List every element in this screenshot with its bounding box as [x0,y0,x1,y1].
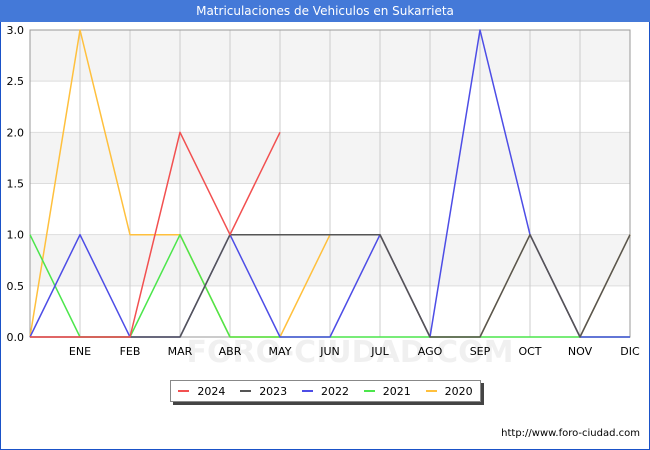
legend-label: 2022 [320,384,349,398]
legend-swatch [301,390,313,392]
legend-item-2023: 2023 [240,385,287,398]
y-tick-label: 1.0 [7,229,25,242]
legend-item-2021: 2021 [363,384,411,398]
legend-swatch [178,390,190,392]
legend-label: 2023 [259,384,288,398]
chart-legend: 2024 2023 2022 2021 2020 [170,380,481,402]
x-tick-label: DIC [620,345,640,358]
y-tick-label: 2.5 [7,75,25,88]
legend-label: 2024 [197,384,226,398]
legend-item-2022: 2022 [301,384,349,398]
y-tick-label: 0.5 [7,280,25,293]
x-tick-label: FEB [120,345,141,358]
x-tick-label: NOV [568,345,593,358]
y-tick-label: 0.0 [7,331,25,344]
x-tick-label: OCT [518,345,541,358]
y-tick-label: 2.0 [7,126,25,139]
line-chart: 0.00.51.01.52.02.53.0ENE FEB MAR ABR MAY JUN J… [7,24,641,370]
legend-swatch [363,390,375,392]
y-tick-label: 1.5 [7,178,25,191]
legend-label: 2021 [382,384,411,398]
chart-title: Matriculaciones de Vehiculos en Sukarrie… [0,0,650,22]
legend-label: 2020 [444,384,473,398]
legend-swatch [425,390,437,392]
legend-item-2020: 2020 [425,384,473,398]
legend-swatch [240,390,252,392]
legend-item-2024: 2024 [178,385,225,398]
source-url[interactable]: http://www.foro-ciudad.com [501,428,640,439]
y-tick-label: 3.0 [7,24,25,37]
watermark: FORO-CIUDAD.COM [187,335,514,370]
x-tick-label: ENE [69,345,91,358]
